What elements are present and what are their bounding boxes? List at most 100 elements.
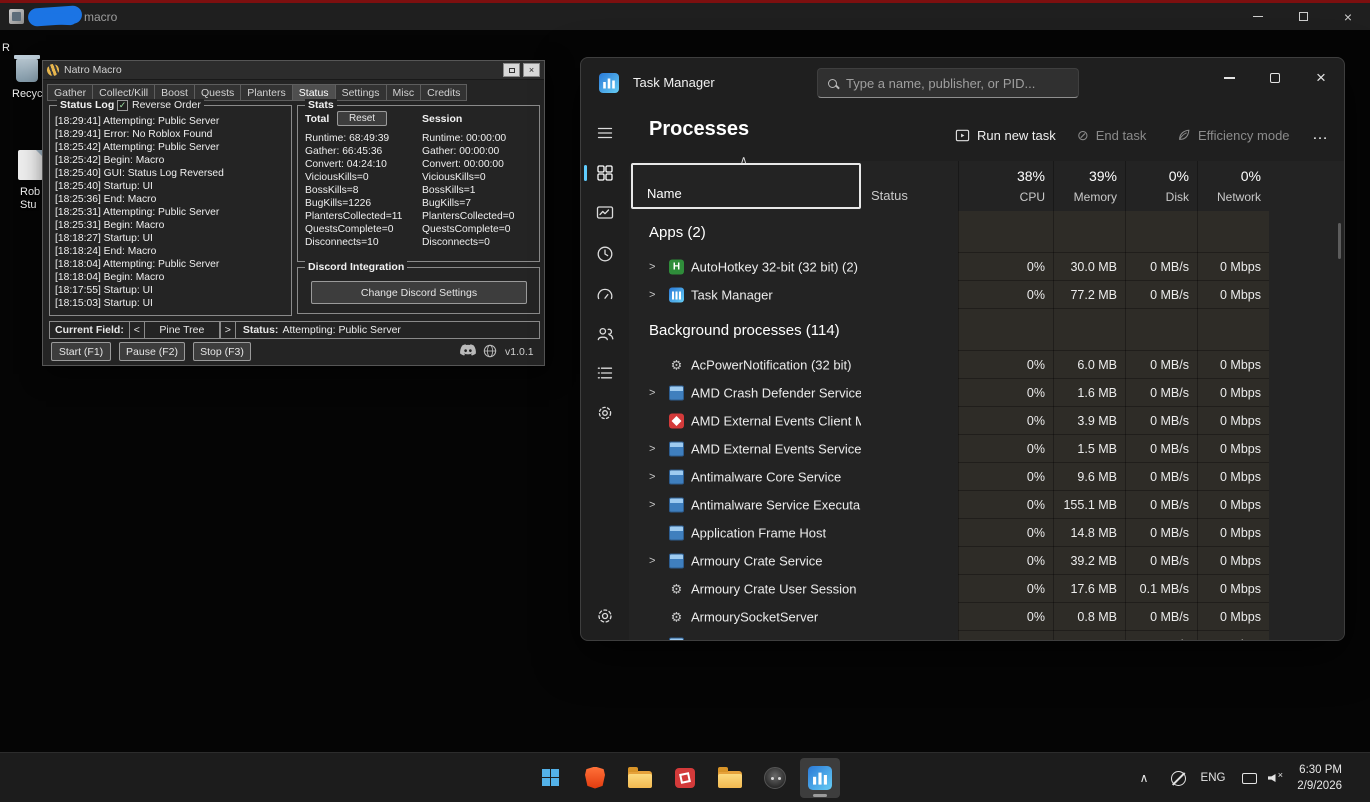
cpu-cell: 0% [958, 351, 1053, 379]
process-row[interactable]: > Antimalware Core Service 0% 9.6 MB 0 M… [629, 463, 1344, 491]
change-discord-settings-button[interactable]: Change Discord Settings [311, 281, 527, 304]
process-row[interactable]: > AMD External Events Service ... 0% 1.5… [629, 435, 1344, 463]
tm-maximize-button[interactable] [1252, 58, 1298, 98]
taskbar-item-folder[interactable] [710, 758, 750, 798]
taskbar-item-task-manager[interactable] [800, 757, 840, 798]
natro-tab[interactable]: Credits [420, 84, 468, 101]
status-log-groupbox: Status Log ✓ Reverse Order [18:29:41] At… [49, 99, 292, 316]
process-row[interactable]: > AutoHotkey 32-bit (32 bit) (2) 0% 30.0… [629, 253, 1344, 281]
sidebar-item-settings[interactable] [591, 602, 619, 630]
stats-groupbox: Stats Total Reset Session Runtime: 68:49… [297, 99, 540, 262]
natro-minimize-button[interactable] [503, 63, 520, 77]
reverse-order-checkbox[interactable]: ✓ [117, 99, 128, 111]
natro-tab[interactable]: Misc [385, 84, 422, 101]
start-button[interactable] [530, 758, 570, 798]
search-box[interactable] [817, 68, 1079, 98]
expand-chevron-icon[interactable]: > [649, 443, 655, 455]
start-button[interactable]: Start (F1) [51, 342, 111, 361]
natro-tab[interactable]: Settings [334, 84, 387, 101]
column-header-status[interactable]: Status [863, 161, 958, 211]
stats-session-header: Session [422, 113, 463, 125]
taskbar-item-natro[interactable] [755, 758, 795, 798]
more-options-button[interactable]: … [1307, 121, 1333, 149]
taskbar-item-file-explorer[interactable] [620, 758, 660, 798]
tm-minimize-button[interactable] [1206, 58, 1252, 98]
process-row[interactable]: > Armoury Crate Service 0% 39.2 MB 0 MB/… [629, 547, 1344, 575]
expand-chevron-icon[interactable]: > [649, 555, 655, 567]
tray-expand-button[interactable]: ∧ [1132, 753, 1156, 802]
column-header-name[interactable]: Name [631, 163, 861, 209]
sidebar-item-startup-apps[interactable] [591, 280, 619, 308]
display-icon[interactable] [1236, 753, 1262, 802]
natro-titlebar[interactable]: Natro Macro × [43, 61, 544, 80]
field-prev-button[interactable]: < [128, 322, 145, 338]
discord-icon[interactable] [459, 344, 477, 360]
network-total: 0% [1240, 168, 1261, 184]
sidebar-item-users[interactable] [591, 320, 619, 348]
globe-icon[interactable] [483, 344, 497, 361]
sidebar-item-details[interactable] [591, 359, 619, 387]
network-cell: 0 Mbps [1197, 351, 1269, 379]
process-name: Armoury Crate User Session H... [691, 581, 861, 597]
natro-close-button[interactable]: × [523, 63, 540, 77]
sidebar-item-processes[interactable] [584, 159, 619, 187]
reverse-order-label[interactable]: Reverse Order [132, 99, 201, 111]
process-row[interactable]: > Armoury Crate User Session H... 0% 17.… [629, 575, 1344, 603]
menu-icon[interactable] [591, 119, 619, 147]
taskbar-item-brave[interactable] [575, 758, 615, 798]
process-group-row[interactable]: Apps (2) [629, 211, 1344, 253]
scrollbar-thumb[interactable] [1338, 223, 1341, 259]
desktop-icon-roblox-studio[interactable] [18, 150, 43, 180]
network-offline-icon[interactable] [1164, 753, 1192, 802]
process-name: Antimalware Core Service [691, 469, 842, 485]
expand-chevron-icon[interactable]: > [649, 261, 655, 273]
sidebar-item-services[interactable] [591, 399, 619, 427]
pause-button[interactable]: Pause (F2) [119, 342, 185, 361]
run-new-task-button[interactable]: Run new task [955, 121, 1056, 149]
expand-chevron-icon[interactable]: > [649, 499, 655, 511]
disk-total: 0% [1168, 168, 1189, 184]
status-log-entry: [18:29:41] Attempting: Public Server [55, 116, 220, 127]
taskmanager-titlebar[interactable]: Task Manager × [581, 58, 1344, 108]
stop-button[interactable]: Stop (F3) [193, 342, 251, 361]
process-row[interactable]: > Antimalware Service Executable 0% 155.… [629, 491, 1344, 519]
search-input[interactable] [846, 75, 1068, 91]
sidebar-item-performance[interactable] [591, 199, 619, 227]
column-header-disk[interactable]: 0% Disk [1125, 161, 1197, 211]
maximize-button[interactable] [1281, 3, 1325, 30]
process-row[interactable]: > AMD External Events Client M... 0% 3.9… [629, 407, 1344, 435]
clock[interactable]: 6:30 PM 2/9/2026 [1297, 762, 1342, 794]
process-row[interactable]: > AcPowerNotification (32 bit) 0% 6.0 MB… [629, 351, 1344, 379]
minimize-icon [1223, 77, 1235, 79]
volume-muted-icon[interactable] [1262, 753, 1288, 802]
process-icon [669, 469, 684, 485]
process-name: Armoury Crate Service [691, 553, 823, 569]
process-row[interactable]: > ArmourySwAgent (32 bit) 0% 1.2 MB 0 MB… [629, 631, 1344, 640]
taskbar-item-red-app[interactable] [665, 758, 705, 798]
reset-button[interactable]: Reset [337, 111, 387, 126]
process-rows: Apps (2) > AutoHotkey 32-bit (32 bit) (2… [629, 211, 1344, 640]
process-row[interactable]: > Application Frame Host 0% 14.8 MB 0 MB… [629, 519, 1344, 547]
language-indicator[interactable]: ENG [1198, 753, 1228, 802]
memory-cell: 77.2 MB [1053, 281, 1125, 309]
desktop-icon-recycle-bin[interactable] [14, 52, 40, 83]
process-row[interactable]: > ArmourySocketServer 0% 0.8 MB 0 MB/s 0… [629, 603, 1344, 631]
tm-close-button[interactable]: × [1298, 58, 1344, 98]
field-next-button[interactable]: > [219, 322, 236, 338]
column-header-cpu[interactable]: 38% CPU [958, 161, 1053, 211]
expand-chevron-icon[interactable]: > [649, 387, 655, 399]
disk-cell: 0 MB/s [1125, 281, 1197, 309]
expand-chevron-icon[interactable]: > [649, 471, 655, 483]
close-button[interactable]: × [1326, 3, 1370, 30]
natro-tab[interactable]: Planters [240, 84, 293, 101]
process-row[interactable]: > AMD Crash Defender Service 0% 1.6 MB 0… [629, 379, 1344, 407]
column-header-memory[interactable]: 39% Memory [1053, 161, 1125, 211]
expand-chevron-icon[interactable]: > [649, 289, 655, 301]
efficiency-mode-button[interactable]: Efficiency mode [1177, 121, 1290, 149]
minimize-button[interactable] [1236, 3, 1280, 30]
process-row[interactable]: > Task Manager 0% 77.2 MB 0 MB/s 0 Mbps [629, 281, 1344, 309]
sidebar-item-app-history[interactable] [591, 240, 619, 268]
column-header-network[interactable]: 0% Network [1197, 161, 1269, 211]
end-task-button[interactable]: ⊘ End task [1077, 121, 1146, 149]
process-group-row[interactable]: Background processes (114) [629, 309, 1344, 351]
